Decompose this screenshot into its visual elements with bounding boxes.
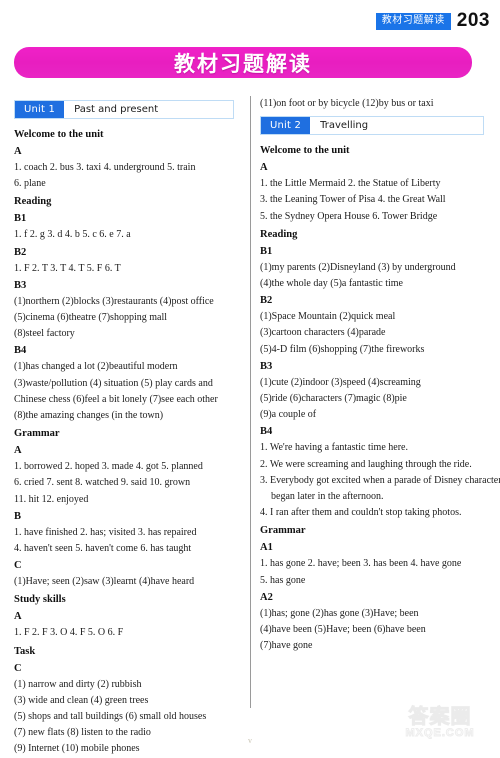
continuation-line: (11)on foot or by bicycle (12)by bus or …	[260, 98, 434, 109]
unit-title: Travelling	[320, 120, 369, 132]
answer-line: (5) shops and tall buildings (6) small o…	[14, 711, 207, 723]
section-heading: Task	[14, 645, 36, 657]
answer-line: 4. haven't seen 5. haven't come 6. has t…	[14, 543, 192, 555]
unit-header-unit1: Unit 1 Past and present	[14, 100, 234, 119]
subsection-heading: A	[14, 611, 22, 623]
title-banner: 教材习题解读	[14, 47, 472, 78]
column-divider	[250, 96, 251, 708]
answer-line: 1. borrowed 2. hoped 3. made 4. got 5. p…	[14, 461, 203, 473]
unit-header-unit2: Unit 2 Travelling	[260, 116, 484, 136]
answer-line: Chinese chess (6)feel a bit lonely (7)se…	[14, 393, 218, 405]
answer-line: (1)cute (2)indoor (3)speed (4)screaming	[260, 376, 421, 388]
subsection-heading: A	[260, 162, 268, 174]
subsection-heading: B2	[260, 295, 273, 307]
answer-line: (4)the whole day (5)a fantastic time	[260, 278, 403, 290]
answer-line: 1. F 2. F 3. O 4. F 5. O 6. F	[14, 627, 124, 639]
subsection-heading: B1	[260, 245, 273, 257]
section-heading: Welcome to the unit	[14, 129, 104, 140]
answer-line: 1. has gone 2. have; been 3. has been 4.…	[260, 558, 462, 570]
answer-line: (4)have been (5)Have; been (6)have been	[260, 624, 426, 636]
subsection-heading: B	[14, 510, 22, 522]
answer-line: 1. coach 2. bus 3. taxi 4. underground 5…	[14, 162, 196, 173]
answer-line: (1)has; gone (2)has gone (3)Have; been	[260, 607, 419, 619]
answer-line: 6. plane	[14, 178, 46, 190]
answer-line: (1)my parents (2)Disneyland (3) by under…	[260, 261, 456, 273]
answer-line: 3. Everybody got excited when a parade o…	[260, 474, 500, 486]
answer-line: 4. I ran after them and couldn't stop ta…	[260, 507, 462, 519]
section-heading: Reading	[14, 196, 52, 208]
answer-line: 2. We were screaming and laughing throug…	[260, 458, 472, 470]
answer-line: (7)have gone	[260, 640, 313, 652]
content-columns: Unit 1 Past and present Welcome to the u…	[14, 96, 500, 754]
header-section-label: 教材习题解读	[375, 12, 451, 30]
answer-line: 1. F 2. T 3. T 4. T 5. F 6. T	[14, 262, 121, 274]
answer-line: 3. the Leaning Tower of Pisa 4. the Grea…	[260, 194, 446, 206]
answer-line: (5)4-D film (6)shopping (7)the fireworks	[260, 343, 425, 355]
answer-line: (3)waste/pollution (4) situation (5) pla…	[14, 377, 213, 389]
answer-line: 1. have finished 2. has; visited 3. has …	[14, 526, 197, 538]
answer-line: (3)cartoon characters (4)parade	[260, 327, 386, 339]
answer-line: 1. f 2. g 3. d 4. b 5. c 6. e 7. a	[14, 229, 131, 241]
watermark-cn-text: 答案圈	[408, 704, 472, 728]
subsection-heading: B3	[260, 360, 273, 372]
page-header: 教材习题解读 203	[375, 10, 490, 32]
answer-line: (8)steel factory	[14, 328, 75, 340]
subsection-heading: B1	[14, 213, 27, 225]
section-heading: Study skills	[14, 594, 66, 606]
answer-line: (1)Have; seen (2)saw (3)learnt (4)have h…	[14, 576, 195, 588]
answer-line: 11. hit 12. enjoyed	[14, 493, 89, 505]
answer-line: began later in the afternoon.	[271, 491, 384, 503]
subsection-heading: B4	[260, 426, 273, 438]
section-heading: Grammar	[260, 525, 306, 537]
subsection-heading: C	[14, 560, 22, 572]
unit-badge: Unit 2	[261, 117, 311, 135]
answer-line: (9)a couple of	[260, 409, 317, 421]
subsection-heading: A	[14, 445, 22, 457]
answer-line: (1) narrow and dirty (2) rubbish	[14, 678, 142, 690]
answer-line: (3) wide and clean (4) green trees	[14, 694, 149, 706]
answer-line: 5. has gone	[260, 574, 306, 586]
subsection-heading: C	[14, 662, 22, 674]
answer-line: 1. We're having a fantastic time here.	[260, 442, 408, 454]
left-column: Unit 1 Past and present Welcome to the u…	[14, 96, 242, 754]
right-answer-body: Welcome to the unit A 1. the Little Mermai…	[260, 143, 500, 654]
answer-line: (1)Space Mountain (2)quick meal	[260, 311, 396, 323]
answer-line: 5. the Sydney Opera House 6. Tower Bridg…	[260, 210, 438, 222]
unit-badge: Unit 1	[15, 101, 65, 118]
answer-line: 1. the Little Mermaid 2. the Statue of L…	[260, 178, 441, 190]
section-heading: Welcome to the unit	[260, 145, 350, 157]
section-heading: Grammar	[14, 428, 60, 440]
subsection-heading: A2	[260, 591, 273, 603]
right-column: (11)on foot or by bicycle (12)by bus or …	[260, 96, 500, 708]
answer-line: (1)has changed a lot (2)beautiful modern	[14, 361, 178, 373]
section-heading: Reading	[260, 228, 298, 240]
answer-line: (5)ride (6)characters (7)magic (8)pie	[260, 393, 407, 405]
subsection-heading: A	[14, 146, 22, 157]
answer-line: 6. cried 7. sent 8. watched 9. said 10. …	[14, 477, 191, 489]
page-title: 教材习题解读	[174, 51, 312, 76]
footer-mark: v	[248, 736, 252, 745]
answer-line: (5)cinema (6)theatre (7)shopping mall	[14, 312, 167, 324]
unit-title: Past and present	[74, 104, 159, 115]
subsection-heading: B4	[14, 345, 27, 357]
subsection-heading: B3	[14, 279, 27, 291]
left-answer-body: Welcome to the unit A 1. coach 2. bus 3. t…	[14, 127, 234, 758]
site-watermark: 答案圈 MXQE.COM	[388, 705, 492, 740]
answer-line: (1)northern (2)blocks (3)restaurants (4)…	[14, 295, 214, 307]
subsection-heading: A1	[260, 542, 273, 554]
subsection-heading: B2	[14, 246, 27, 258]
page-number: 203	[456, 10, 490, 31]
answer-line: (8)the amazing changes (in the town)	[14, 410, 164, 422]
